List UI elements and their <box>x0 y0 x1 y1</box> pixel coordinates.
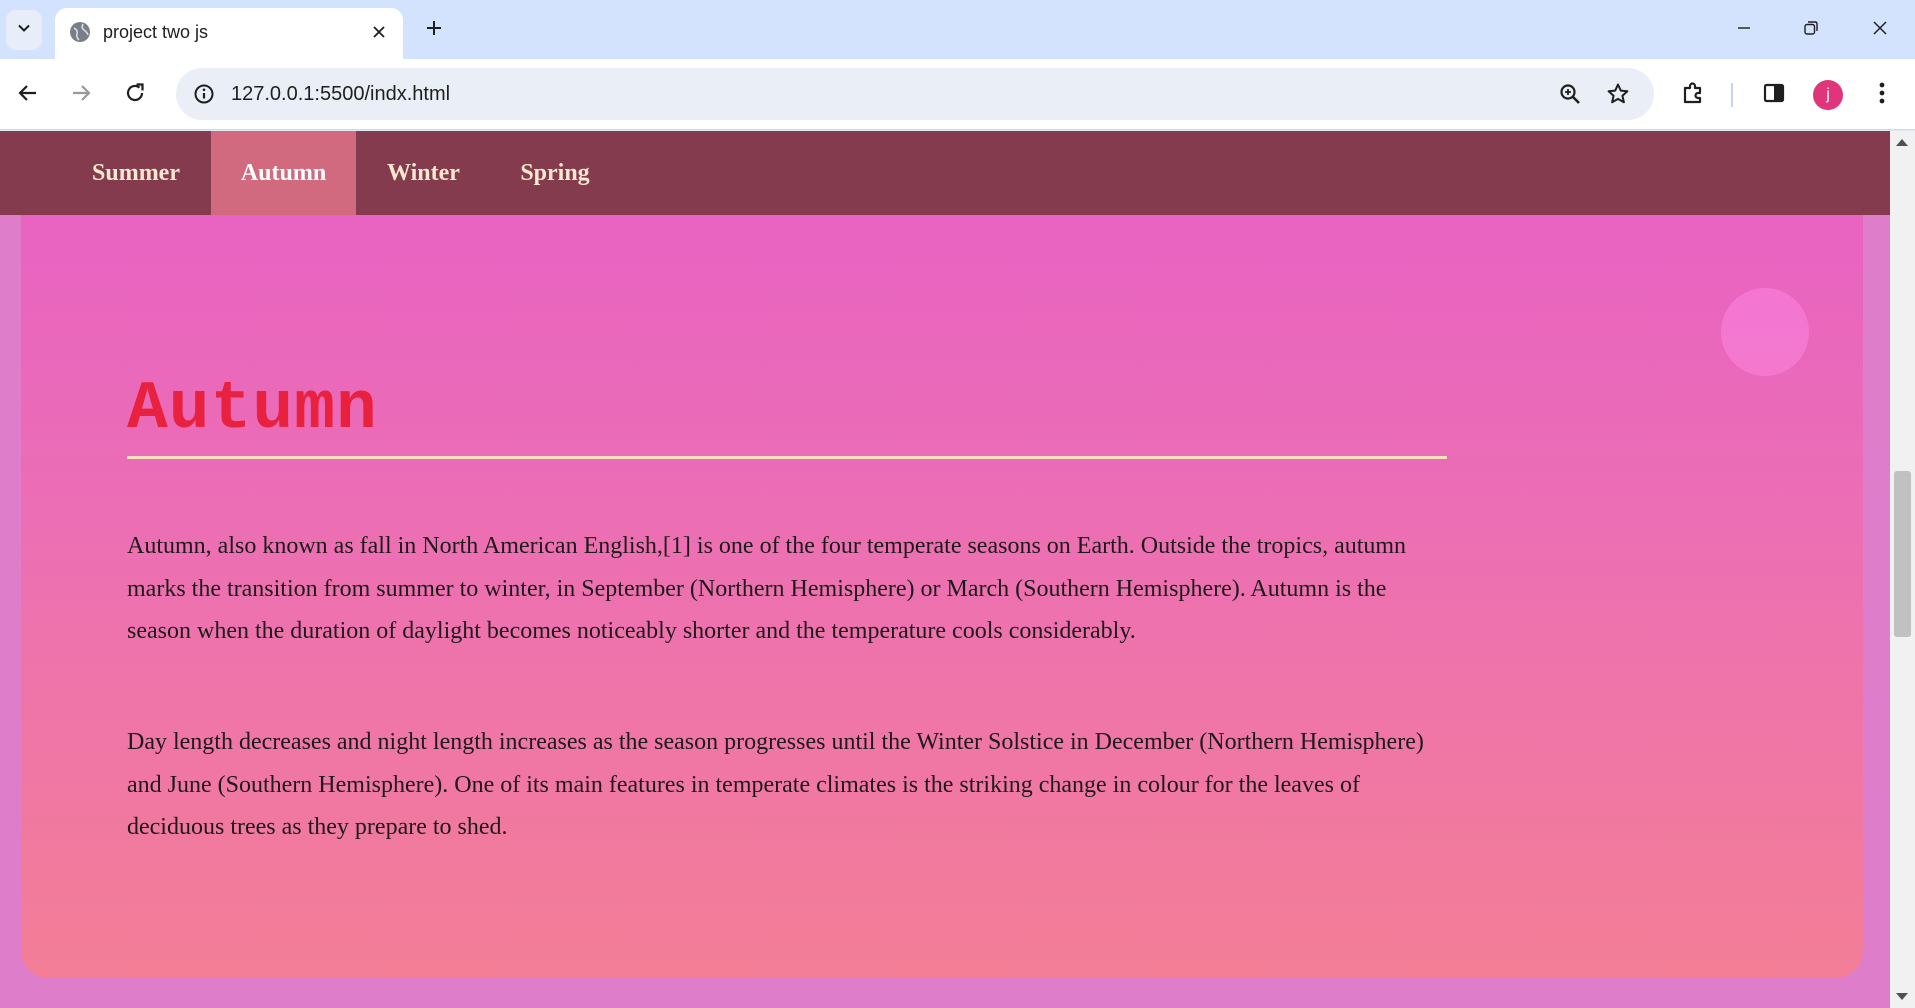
reload-button[interactable] <box>115 75 155 115</box>
tab-search-button[interactable] <box>6 10 42 50</box>
extensions-button[interactable] <box>1673 75 1713 115</box>
close-window-button[interactable] <box>1856 10 1904 50</box>
side-panel-icon <box>1762 81 1786 110</box>
restore-icon <box>1803 20 1819 41</box>
nav-item-spring[interactable]: Spring <box>491 131 619 215</box>
page-title: Autumn <box>127 371 378 448</box>
minimize-icon <box>1736 20 1752 41</box>
scrollbar-thumb[interactable] <box>1894 471 1911 637</box>
reload-icon <box>124 82 146 109</box>
puzzle-icon <box>1680 80 1706 111</box>
url-text[interactable]: 127.0.0.1:5500/indx.html <box>231 83 450 106</box>
zoom-icon[interactable] <box>1554 78 1586 110</box>
title-underline <box>127 456 1447 459</box>
more-vertical-icon <box>1878 81 1886 110</box>
back-button[interactable] <box>8 75 48 115</box>
menu-button[interactable] <box>1862 75 1902 115</box>
site-info-icon[interactable] <box>188 78 220 110</box>
nav-item-autumn[interactable]: Autumn <box>211 131 356 215</box>
paragraph-1: Autumn, also known as fall in North Amer… <box>127 533 1407 644</box>
tab-title: project two js <box>103 22 209 42</box>
browser-tab[interactable]: project two js <box>55 8 403 59</box>
plus-icon <box>425 19 443 42</box>
address-bar[interactable]: 127.0.0.1:5500/indx.html <box>176 68 1654 120</box>
nav-item-summer[interactable]: Summer <box>61 131 211 215</box>
browser-toolbar: 127.0.0.1:5500/indx.html j <box>0 59 1915 130</box>
arrow-right-icon <box>70 82 92 109</box>
season-navbar: Summer Autumn Winter Spring <box>0 131 1890 215</box>
forward-button[interactable] <box>61 75 101 115</box>
page-scrollbar[interactable] <box>1890 131 1915 1008</box>
chevron-down-icon <box>16 20 32 41</box>
scroll-down-icon[interactable] <box>1896 993 1908 1000</box>
decorative-circle <box>1721 288 1809 376</box>
scroll-up-icon[interactable] <box>1896 139 1908 146</box>
nav-item-winter[interactable]: Winter <box>356 131 491 215</box>
close-tab-icon[interactable] <box>365 18 393 46</box>
close-icon <box>1872 20 1888 41</box>
new-tab-button[interactable] <box>418 14 450 46</box>
paragraph-2: Day length decreases and night length in… <box>127 729 1424 840</box>
bookmark-star-icon[interactable] <box>1602 78 1634 110</box>
side-panel-button[interactable] <box>1754 75 1794 115</box>
page-viewport: Autumn Autumn, also known as fall in Nor… <box>0 131 1890 1008</box>
restore-button[interactable] <box>1787 10 1835 50</box>
toolbar-divider <box>1731 83 1733 107</box>
globe-icon <box>69 21 91 43</box>
profile-avatar[interactable]: j <box>1813 80 1843 110</box>
minimize-button[interactable] <box>1720 10 1768 50</box>
tab-strip: project two js <box>0 0 1915 59</box>
arrow-left-icon <box>17 82 39 109</box>
